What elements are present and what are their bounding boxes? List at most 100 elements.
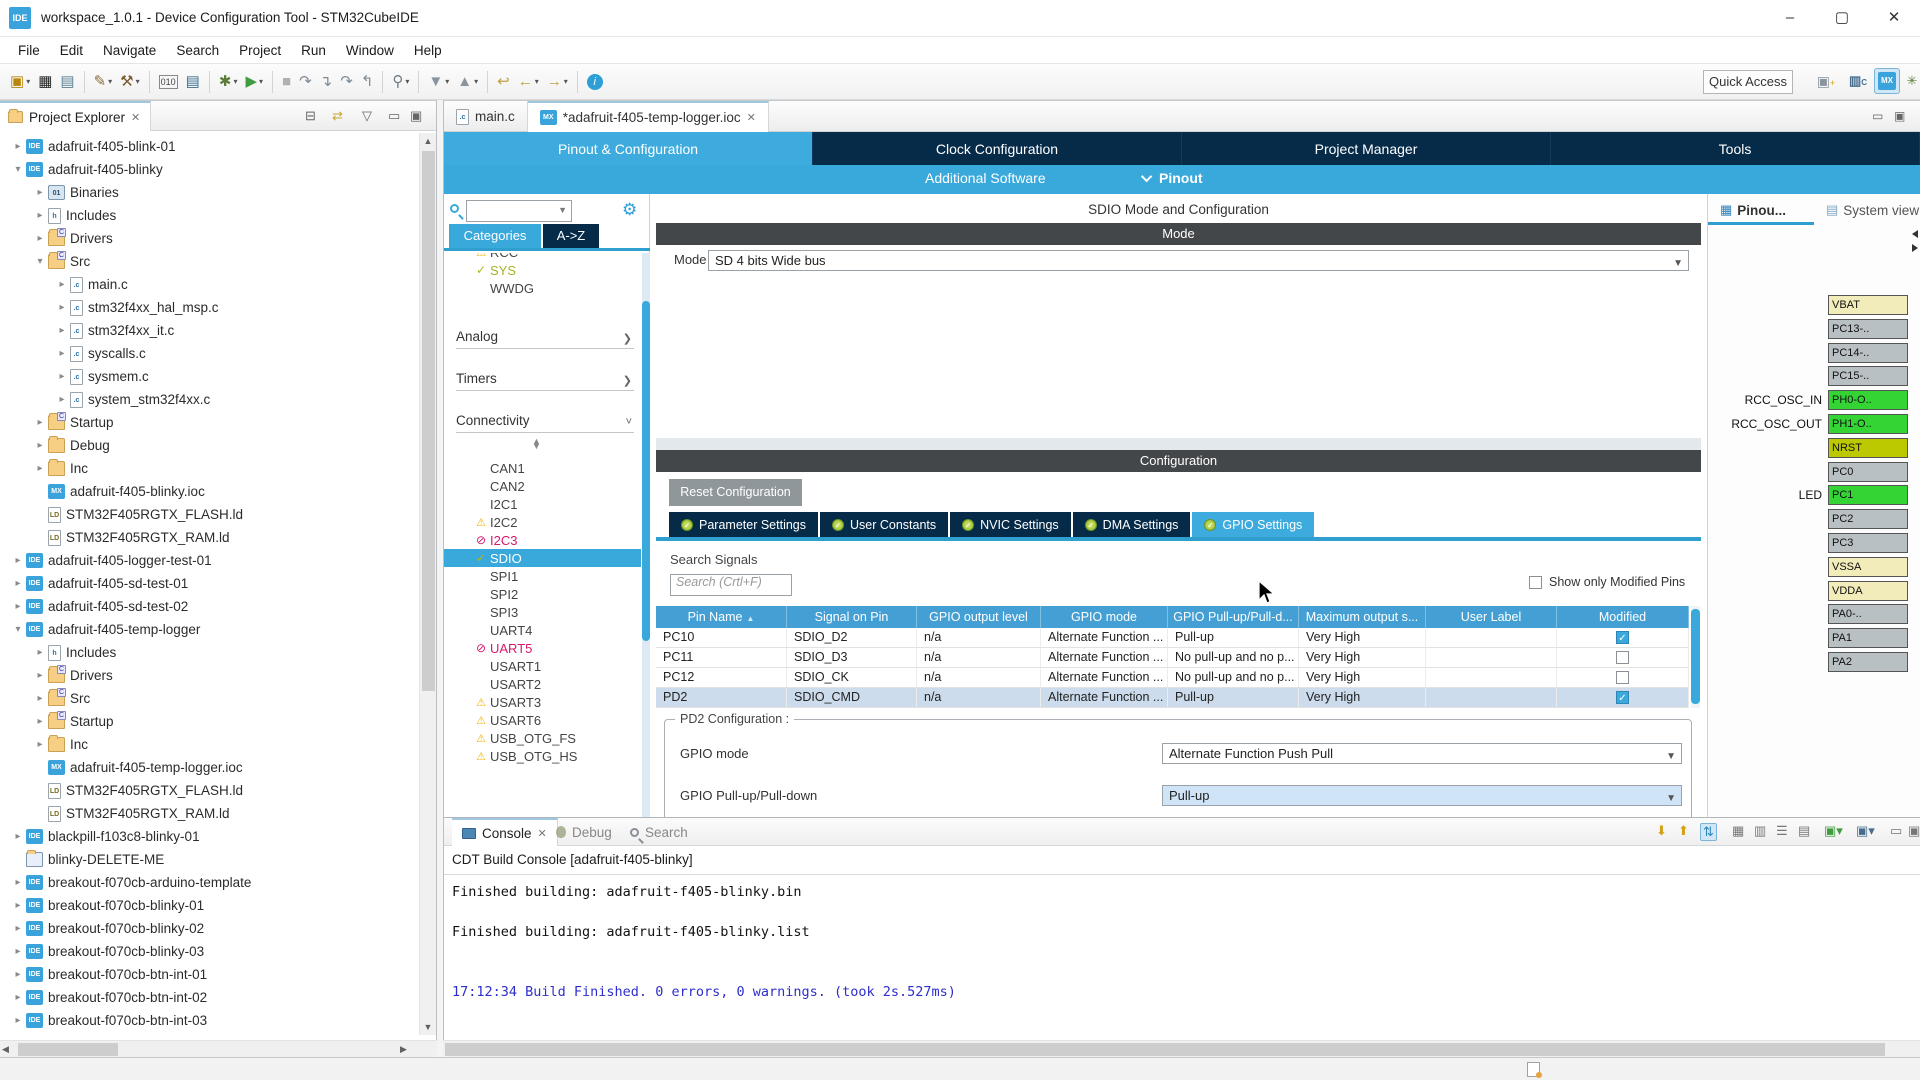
link-editor-icon[interactable]: ⇄ xyxy=(332,108,343,124)
console-tab-debug[interactable]: Debug xyxy=(546,818,622,846)
menu-project[interactable]: Project xyxy=(229,40,291,61)
menu-navigate[interactable]: Navigate xyxy=(93,40,166,61)
expander-icon[interactable]: ▾ xyxy=(32,256,48,267)
gpio-row-pc11[interactable]: PC11SDIO_D3n/aAlternate Function ...No p… xyxy=(656,648,1689,668)
peripheral-search-combo[interactable]: ▼ xyxy=(466,200,572,222)
expander-icon[interactable]: ▸ xyxy=(54,302,70,313)
scroll-down-arrow[interactable]: ▼ xyxy=(420,1022,436,1032)
expander-icon[interactable]: ▸ xyxy=(32,670,48,681)
peripheral-usart1[interactable]: USART1 xyxy=(444,657,641,675)
cube-tab-pinout-configuration[interactable]: Pinout & Configuration xyxy=(444,132,813,165)
step-over-icon[interactable]: ↷ xyxy=(338,70,355,94)
minimize-view-icon[interactable]: ▭ xyxy=(388,108,400,124)
tree-item-syscalls-c[interactable]: ▸.csyscalls.c xyxy=(54,342,146,365)
tree-item-breakout-f070cb-blinky-02[interactable]: ▸IDEbreakout-f070cb-blinky-02 xyxy=(10,917,204,940)
status-notification-icon[interactable] xyxy=(1527,1062,1540,1077)
binary-icon[interactable]: 010 xyxy=(157,70,180,94)
tree-item-breakout-f070cb-btn-int-02[interactable]: ▸IDEbreakout-f070cb-btn-int-02 xyxy=(10,986,207,1009)
modified-checkbox[interactable]: ✓ xyxy=(1616,691,1629,704)
field-gpio-pull-up-pull-down-select[interactable]: Pull-up▼ xyxy=(1162,785,1682,806)
expander-icon[interactable]: ▸ xyxy=(32,417,48,428)
view-menu-icon[interactable]: ▽ xyxy=(362,108,372,124)
expander-icon[interactable]: ▸ xyxy=(32,210,48,221)
tab-a-to-z[interactable]: A->Z xyxy=(543,224,599,248)
display-console-icon[interactable]: ▣▾ xyxy=(1824,823,1843,839)
tree-item-breakout-f070cb-btn-int-01[interactable]: ▸IDEbreakout-f070cb-btn-int-01 xyxy=(10,963,207,986)
dropdown-caret-icon[interactable]: ▾ xyxy=(535,77,539,86)
expander-icon[interactable]: ▸ xyxy=(32,233,48,244)
cube-tab-project-manager[interactable]: Project Manager xyxy=(1182,132,1551,165)
pinout-menu[interactable]: Pinout xyxy=(1144,170,1203,186)
additional-software-menu[interactable]: Additional Software xyxy=(925,170,1046,186)
menu-search[interactable]: Search xyxy=(166,40,229,61)
expander-icon[interactable]: ▸ xyxy=(32,716,48,727)
show-modified-pins[interactable]: Show only Modified Pins xyxy=(1529,575,1685,589)
expander-icon[interactable]: ▸ xyxy=(10,877,26,888)
clear-console-icon[interactable]: ▥ xyxy=(1754,823,1766,839)
gpio-row-pc12[interactable]: PC12SDIO_CKn/aAlternate Function ...No p… xyxy=(656,668,1689,688)
category-chevron-icon[interactable]: ˅ xyxy=(626,416,632,428)
list-scroll-arrows[interactable]: ▲▼ xyxy=(532,439,541,449)
prev-annotation-icon[interactable]: ▲▾ xyxy=(455,70,480,94)
debug-perspective-icon[interactable]: ✳ xyxy=(1904,68,1920,94)
tree-item-blinky-delete-me[interactable]: blinky-DELETE-ME xyxy=(10,848,164,871)
step-into-icon[interactable]: ↴ xyxy=(318,70,335,94)
tree-item-blackpill-f103c8-blinky-01[interactable]: ▸IDEblackpill-f103c8-blinky-01 xyxy=(10,825,200,848)
expander-icon[interactable]: ▸ xyxy=(54,371,70,382)
peripheral-i2c1[interactable]: I2C1 xyxy=(444,495,641,513)
expander-icon[interactable]: ▸ xyxy=(10,900,26,911)
console-hscroll-thumb[interactable] xyxy=(445,1043,1885,1056)
settings-tab-parameter-settings[interactable]: ✓Parameter Settings xyxy=(669,512,818,537)
tree-item-includes[interactable]: ▸hIncludes xyxy=(32,641,116,664)
explorer-vscroll-thumb[interactable] xyxy=(422,151,435,691)
tree-item-adafruit-f405-blink-01[interactable]: ▸IDEadafruit-f405-blink-01 xyxy=(10,135,176,158)
close-button[interactable]: ✕ xyxy=(1868,0,1920,36)
show-modified-checkbox[interactable] xyxy=(1529,576,1542,589)
open-console-icon[interactable]: ▣▾ xyxy=(1856,823,1875,839)
minimize-button[interactable]: – xyxy=(1764,0,1816,36)
tree-item-src[interactable]: ▸CSrc xyxy=(32,687,90,710)
mode-select[interactable]: SD 4 bits Wide bus▼ xyxy=(708,250,1689,271)
dropdown-caret-icon[interactable]: ▾ xyxy=(474,77,478,86)
pin-vssa[interactable]: VSSA xyxy=(1828,557,1908,577)
step-return-icon[interactable]: ↰ xyxy=(359,70,376,94)
tab-categories[interactable]: Categories xyxy=(449,224,541,248)
tree-item-breakout-f070cb-blinky-03[interactable]: ▸IDEbreakout-f070cb-blinky-03 xyxy=(10,940,204,963)
peripheral-spi1[interactable]: SPI1 xyxy=(444,567,641,585)
dropdown-caret-icon[interactable]: ▾ xyxy=(564,77,568,86)
modified-checkbox[interactable] xyxy=(1616,671,1629,684)
maximize-console-icon[interactable]: ▣ xyxy=(1908,823,1920,839)
pin-ph1o[interactable]: PH1-O.. xyxy=(1828,414,1908,434)
next-annotation-icon[interactable]: ▼▾ xyxy=(426,70,451,94)
pin-pc13[interactable]: PC13-.. xyxy=(1828,319,1908,339)
pin-pc1[interactable]: PC1 xyxy=(1828,485,1908,505)
peripheral-uart5[interactable]: ⊘UART5 xyxy=(444,639,641,657)
tab-pinout-view[interactable]: ▦Pinou... xyxy=(1720,198,1786,222)
explorer-hscroll-thumb[interactable] xyxy=(18,1043,118,1056)
modified-checkbox[interactable]: ✓ xyxy=(1616,631,1629,644)
editor-tab--adafruit-f405-temp-logger-ioc[interactable]: MX*adafruit-f405-temp-logger.ioc✕ xyxy=(528,101,769,132)
scroll-lock-up-icon[interactable]: ⬆ xyxy=(1678,823,1689,839)
tree-item-includes[interactable]: ▸hIncludes xyxy=(32,204,116,227)
dropdown-caret-icon[interactable]: ▾ xyxy=(136,77,140,86)
select-dropdown-icon[interactable]: ▼ xyxy=(1666,747,1676,766)
save-icon[interactable]: ▦ xyxy=(36,70,54,94)
menu-window[interactable]: Window xyxy=(336,40,404,61)
close-tab-icon[interactable]: ✕ xyxy=(747,111,756,124)
gear-icon[interactable]: ⚙ xyxy=(622,200,637,220)
category-connectivity[interactable]: Connectivity˅ xyxy=(456,413,634,433)
menu-file[interactable]: File xyxy=(8,40,50,61)
tree-item-breakout-f070cb-arduino-template[interactable]: ▸IDEbreakout-f070cb-arduino-template xyxy=(10,871,251,894)
peripheral-spi2[interactable]: SPI2 xyxy=(444,585,641,603)
select-dropdown-icon[interactable]: ▼ xyxy=(1666,789,1676,808)
settings-tab-user-constants[interactable]: ✓User Constants xyxy=(820,512,948,537)
peripheral-scroll-thumb[interactable] xyxy=(642,301,650,641)
scroll-lock-down-icon[interactable]: ⬇ xyxy=(1656,823,1667,839)
tree-item-adafruit-f405-logger-test-01[interactable]: ▸IDEadafruit-f405-logger-test-01 xyxy=(10,549,212,572)
mx-perspective-icon[interactable]: MX xyxy=(1874,68,1900,94)
run-icon[interactable]: ▶▾ xyxy=(243,70,265,94)
expand-right-icon[interactable] xyxy=(1912,244,1918,252)
select-dropdown-icon[interactable]: ▼ xyxy=(1673,254,1683,273)
dropdown-caret-icon[interactable]: ▾ xyxy=(405,77,409,86)
tree-item-breakout-f070cb-blinky-01[interactable]: ▸IDEbreakout-f070cb-blinky-01 xyxy=(10,894,204,917)
